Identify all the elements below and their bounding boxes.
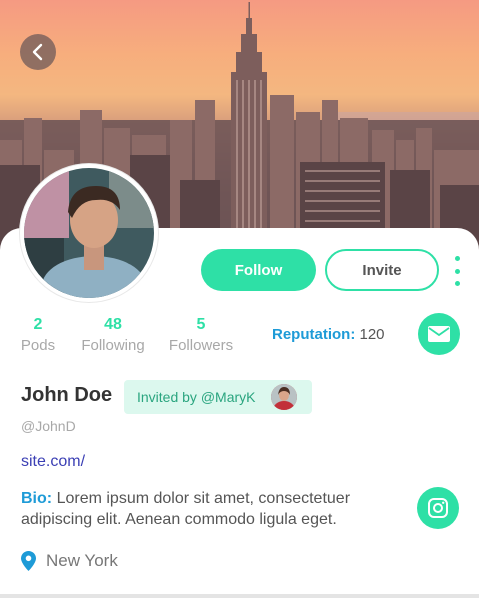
more-dot: [454, 268, 460, 274]
stat-label: Followers: [168, 337, 234, 354]
instagram-button[interactable]: [417, 487, 459, 529]
more-vertical-icon[interactable]: [450, 256, 464, 286]
back-button[interactable]: [20, 34, 56, 70]
reputation: Reputation: 120: [272, 326, 385, 343]
stat-value: 5: [196, 316, 206, 333]
chevron-left-icon: [32, 43, 43, 61]
instagram-icon: [428, 498, 448, 518]
stat-pods[interactable]: 2 Pods: [18, 316, 58, 358]
more-dot: [454, 281, 460, 286]
location-text: New York: [46, 551, 118, 570]
message-button[interactable]: [418, 313, 460, 355]
invited-badge[interactable]: Invited by @MaryK: [124, 380, 312, 414]
bio-label: Bio:: [21, 490, 53, 507]
bio-text: Lorem ipsum dolor sit amet, consectetuer…: [21, 490, 351, 528]
bottom-divider: [0, 594, 479, 598]
website-link[interactable]: site.com/: [21, 453, 85, 471]
reputation-label: Reputation:: [272, 326, 356, 343]
stat-value: 2: [33, 316, 43, 333]
bio: Bio: Lorem ipsum dolor sit amet, consect…: [21, 488, 401, 530]
stat-followers[interactable]: 5 Followers: [165, 316, 237, 358]
profile-name: John Doe: [21, 384, 113, 406]
more-dot: [454, 256, 460, 261]
stat-label: Pods: [20, 337, 56, 354]
profile-handle: @JohnD: [21, 418, 76, 434]
reputation-value: 120: [359, 326, 385, 343]
map-pin-icon: [21, 551, 36, 571]
inviter-avatar: [271, 384, 297, 410]
stat-following[interactable]: 48 Following: [78, 316, 148, 358]
stat-label: Following: [81, 337, 145, 354]
envelope-icon: [428, 326, 450, 342]
stat-value: 48: [104, 316, 122, 333]
follow-button[interactable]: Follow: [201, 249, 316, 291]
invited-text: Invited by @MaryK: [137, 389, 256, 405]
avatar: [20, 164, 158, 302]
location: New York: [21, 551, 118, 571]
invite-button[interactable]: Invite: [325, 249, 439, 291]
